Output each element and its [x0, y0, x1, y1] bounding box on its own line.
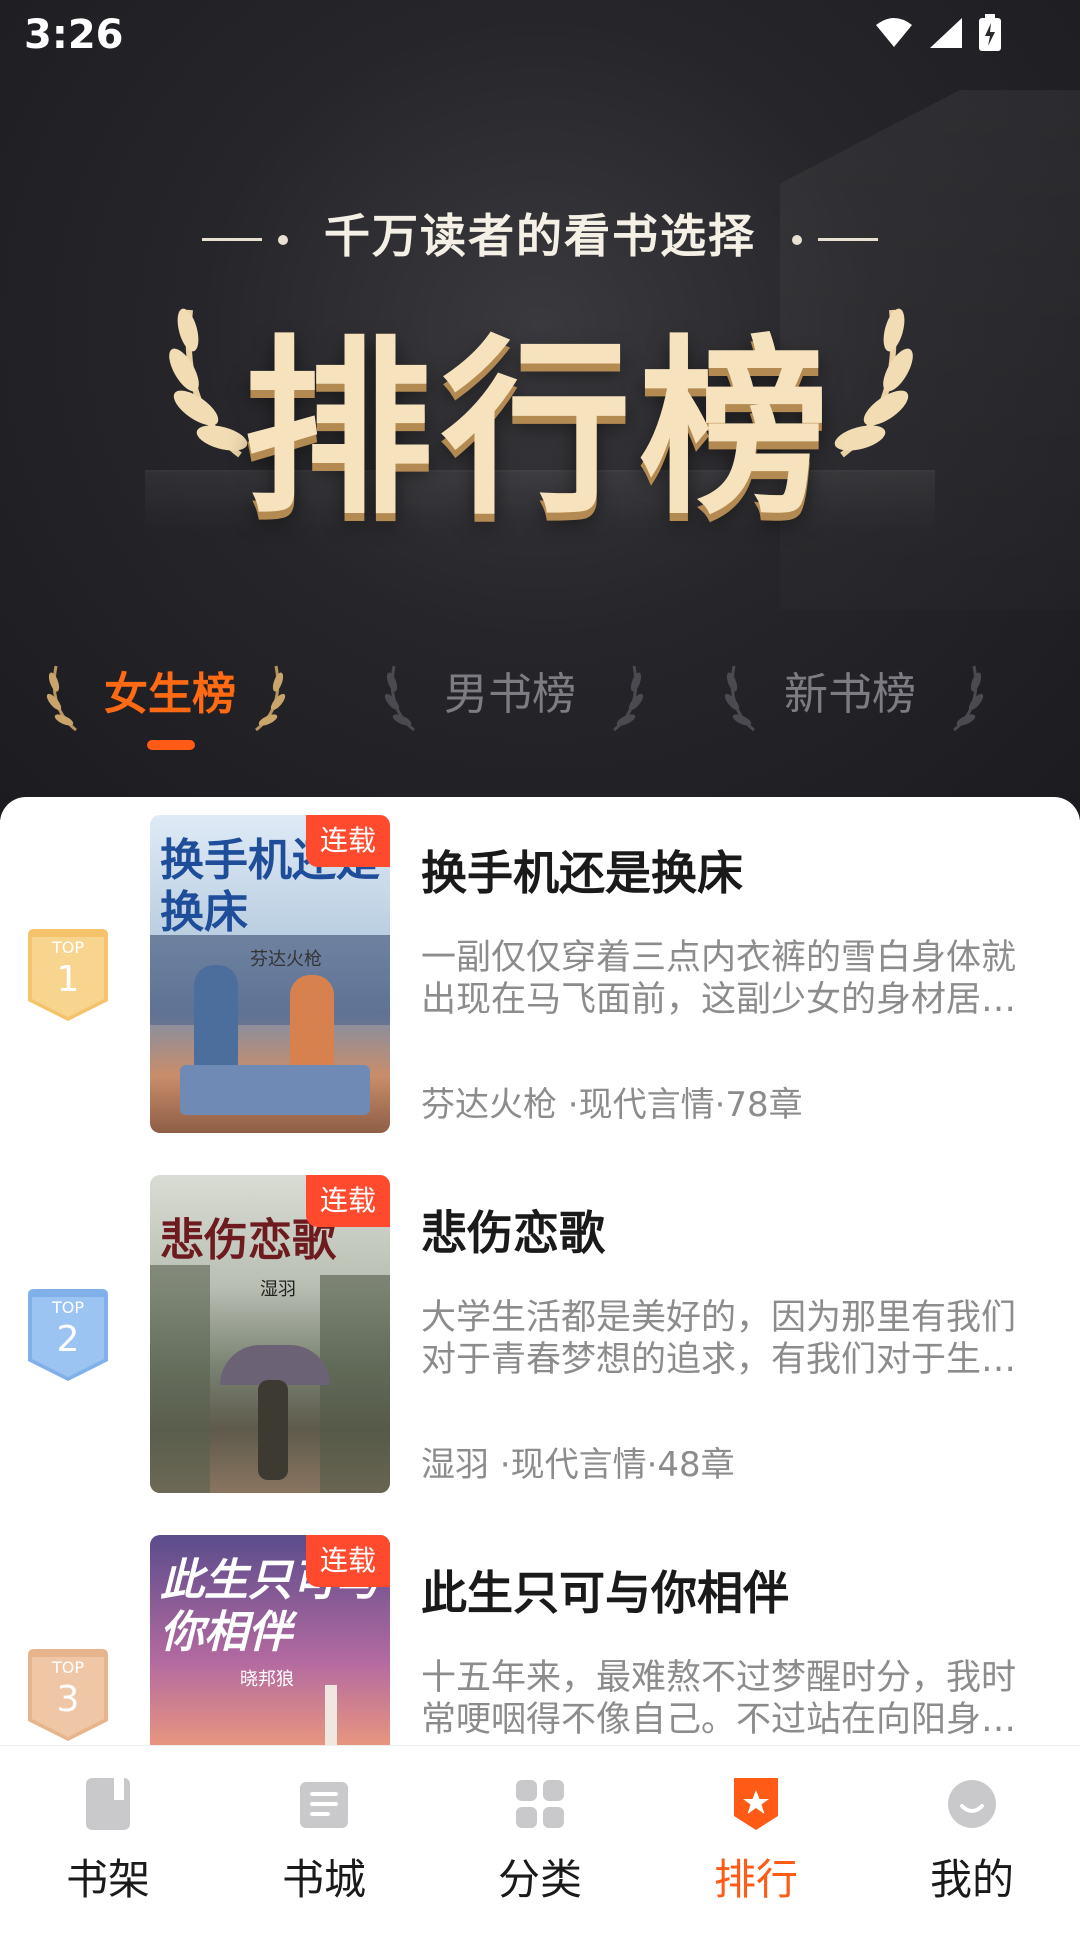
wifi-icon [876, 18, 912, 47]
subtitle-deco-dot [792, 234, 803, 245]
nav-category[interactable]: 分类 [432, 1746, 648, 1921]
rank-top-label: TOP [51, 938, 84, 957]
rank-medal-icon: TOP 2 [28, 1289, 108, 1381]
cover-art-figure [258, 1380, 288, 1480]
rank-medal-icon: TOP 3 [28, 1649, 108, 1741]
nav-label: 分类 [497, 1855, 582, 1904]
nav-ranking[interactable]: 排行 [648, 1746, 864, 1921]
tab-label: 女生榜 [104, 669, 236, 720]
nav-label: 我的 [929, 1855, 1014, 1904]
rank-number: 3 [57, 1679, 80, 1720]
subtitle-text: 千万读者的看书选择 [324, 209, 756, 263]
serializing-badge: 连载 [306, 815, 390, 867]
book-item[interactable]: TOP 1 换手机还是换床 芬达火枪 连载 换手机还是换床 一副仅仅穿着三点内衣… [0, 797, 1080, 1133]
cover-author: 芬达火枪 [250, 949, 322, 970]
book-title[interactable]: 悲伤恋歌 [421, 1197, 605, 1263]
tab-label: 男书榜 [444, 669, 576, 720]
tab-male[interactable]: 男书榜 [340, 650, 680, 740]
tab-label: 新书榜 [784, 669, 916, 720]
subtitle-deco-line [201, 238, 262, 241]
nav-bookstore[interactable]: 书城 [216, 1746, 432, 1921]
laurel-small-left-icon [46, 665, 77, 732]
nav-label: 书城 [281, 1855, 366, 1904]
status-bar: 3:26 [0, 0, 1080, 70]
laurel-small-left-icon [384, 665, 415, 732]
book-cover[interactable]: 换手机还是换床 芬达火枪 连载 [150, 815, 390, 1133]
cover-art-umbrella [220, 1345, 330, 1385]
cover-art-bed [180, 1065, 370, 1115]
nav-bookshelf[interactable]: 书架 [0, 1746, 216, 1921]
book-title[interactable]: 换手机还是换床 [421, 837, 743, 903]
serializing-badge: 连载 [306, 1175, 390, 1227]
cover-art-trees [320, 1275, 390, 1493]
rank-top-label: TOP [51, 1658, 84, 1677]
rank-medal-icon: TOP 1 [28, 929, 108, 1021]
cover-art-lighthouse [325, 1685, 337, 1745]
rank-top-label: TOP [51, 1298, 84, 1317]
bookshelf-icon [86, 1778, 130, 1830]
hero-title: 排行榜 [242, 319, 837, 540]
nav-label: 排行 [713, 1855, 798, 1904]
tab-female[interactable]: 女生榜 [0, 650, 340, 740]
cover-author: 湿羽 [260, 1279, 296, 1300]
tab-new[interactable]: 新书榜 [680, 650, 1020, 740]
hero-subtitle: 千万读者的看书选择 [0, 200, 1080, 266]
serializing-badge: 连载 [306, 1535, 390, 1587]
subtitle-deco-line [818, 238, 879, 241]
laurel-small-right-icon [255, 665, 286, 732]
ranking-icon [734, 1778, 778, 1830]
rank-number: 2 [57, 1319, 80, 1360]
laurel-small-right-icon [953, 665, 984, 732]
battery-icon [979, 14, 1001, 51]
nav-label: 书架 [65, 1855, 150, 1904]
category-icon [516, 1780, 564, 1828]
tab-active-indicator [147, 740, 195, 750]
book-title[interactable]: 此生只可与你相伴 [421, 1557, 789, 1623]
cover-art-trees [150, 1265, 210, 1493]
status-time: 3:26 [24, 12, 124, 58]
laurel-small-right-icon [613, 665, 644, 732]
book-cover[interactable]: 悲伤恋歌 湿羽 连载 [150, 1175, 390, 1493]
signal-icon [930, 18, 962, 48]
bookstore-icon [300, 1782, 348, 1828]
book-meta: 湿羽 ·现代言情·48章 [421, 1445, 735, 1485]
nav-profile[interactable]: 我的 [864, 1746, 1080, 1921]
book-item[interactable]: TOP 2 悲伤恋歌 湿羽 连载 悲伤恋歌 大学生活都是美好的，因为那里有我们对… [0, 1157, 1080, 1493]
bottom-navigation: 书架 书城 分类 排行 我的 [0, 1745, 1080, 1921]
book-meta: 芬达火枪 ·现代言情·78章 [421, 1085, 803, 1125]
book-description: 大学生活都是美好的，因为那里有我们对于青春梦想的追求，有我们对于生活的向往 [421, 1298, 1017, 1380]
book-description: 十五年来，最难熬不过梦醒时分，我时常哽咽得不像自己。不过站在向阳身边的时候 [421, 1658, 1017, 1740]
rank-number: 1 [57, 959, 80, 1000]
laurel-small-left-icon [724, 665, 755, 732]
book-description: 一副仅仅穿着三点内衣裤的雪白身体就出现在马飞面前，这副少女的身材居然如此完美 [421, 938, 1017, 1020]
status-icons [874, 14, 1002, 52]
profile-icon [948, 1780, 996, 1828]
subtitle-deco-dot [277, 234, 288, 245]
cover-author: 晓邦狼 [240, 1669, 294, 1690]
